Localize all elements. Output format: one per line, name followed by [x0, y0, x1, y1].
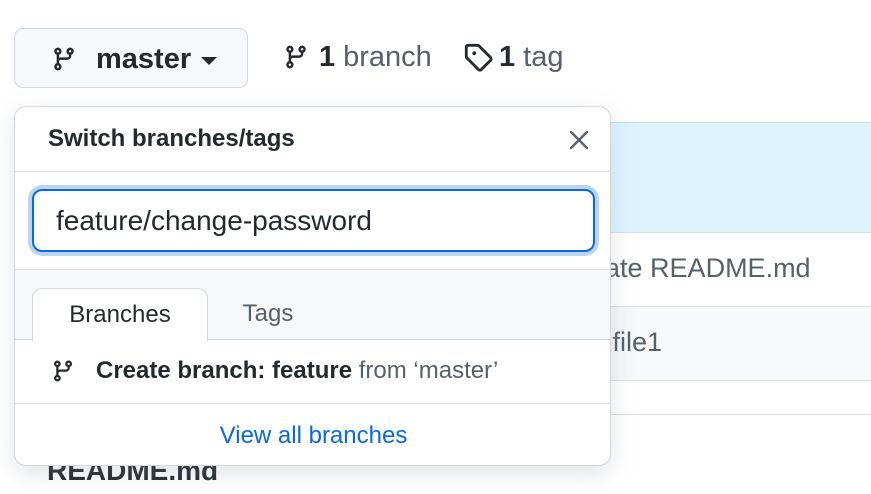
create-branch-label: Create branch: feature from ‘master’: [96, 357, 498, 385]
create-branch-source: from ‘master’: [352, 357, 499, 384]
tags-word: tag: [523, 41, 564, 73]
tab-branches[interactable]: Branches: [32, 288, 208, 341]
current-branch-label: master: [96, 43, 192, 75]
git-branch-icon: [283, 43, 309, 71]
close-icon[interactable]: [568, 129, 590, 151]
tags-link[interactable]: 1 tag: [463, 40, 563, 74]
branches-word: branch: [343, 41, 432, 73]
tags-count: 1: [499, 41, 516, 73]
branch-select-button[interactable]: master: [14, 28, 248, 88]
view-all-branches-link[interactable]: View all branches: [15, 404, 610, 465]
create-branch-name: Create branch: feature: [96, 357, 353, 384]
commit-message[interactable]: date README.md: [590, 253, 811, 284]
triangle-down-icon: [201, 57, 217, 65]
popup-tabs: Branches Tags: [15, 270, 610, 341]
create-branch-item[interactable]: Create branch: feature from ‘master’: [15, 340, 610, 404]
branches-count: 1: [319, 41, 336, 73]
popup-header: Switch branches/tags: [15, 107, 610, 172]
tag-icon: [463, 42, 493, 72]
popup-title: Switch branches/tags: [48, 125, 295, 152]
git-branch-icon: [51, 45, 77, 73]
branch-filter-input[interactable]: [32, 189, 595, 252]
filter-area: [15, 172, 610, 270]
git-branch-icon: [51, 358, 75, 384]
branch-switch-popup: Switch branches/tags Branches Tags Creat…: [14, 106, 611, 466]
tab-tags[interactable]: Tags: [208, 288, 328, 340]
branches-link[interactable]: 1 branch: [283, 40, 432, 74]
